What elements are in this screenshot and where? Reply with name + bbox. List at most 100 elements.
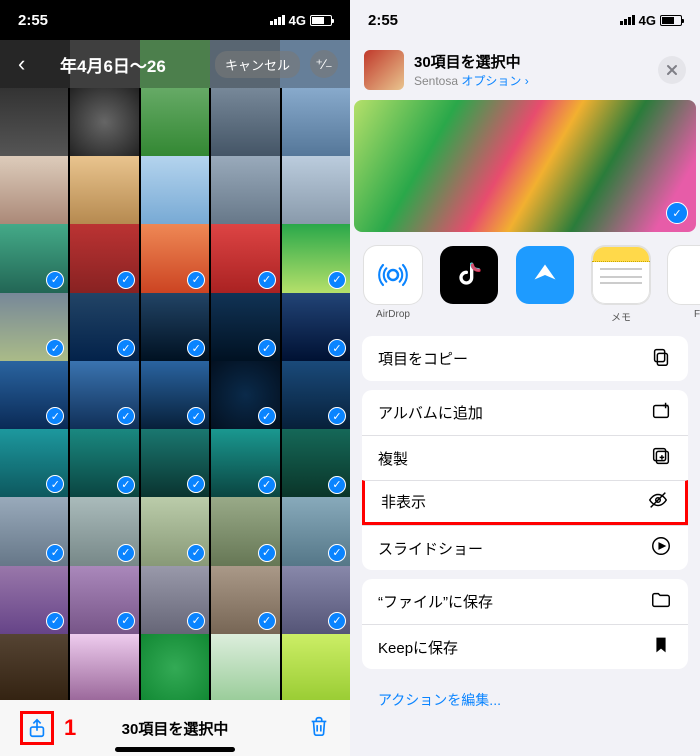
airdrop-icon (364, 246, 422, 304)
photo-thumbnail[interactable]: ✓ (141, 293, 209, 361)
share-preview[interactable]: ✓ (354, 100, 696, 232)
photo-thumbnail[interactable]: ✓ (0, 293, 68, 361)
action-folder[interactable]: “ファイル”に保存 (362, 579, 688, 624)
photo-thumbnail[interactable] (211, 88, 279, 156)
photo-thumbnail[interactable]: ✓ (70, 566, 138, 634)
photo-thumbnail[interactable] (141, 156, 209, 224)
check-icon: ✓ (666, 202, 688, 224)
close-icon (666, 64, 678, 76)
share-app[interactable]: メモ (592, 246, 650, 330)
photo-thumbnail[interactable] (141, 634, 209, 700)
check-icon: ✓ (328, 476, 346, 494)
check-icon: ✓ (117, 407, 135, 425)
photo-grid[interactable]: ✓✓✓✓✓✓✓✓✓✓✓✓✓✓✓✓✓✓✓✓✓✓✓✓✓✓✓✓✓✓ (0, 88, 350, 700)
chevron-right-icon: › (525, 74, 529, 88)
photo-thumbnail[interactable]: ✓ (282, 497, 350, 565)
network-label: 4G (639, 13, 656, 28)
photo-thumbnail[interactable]: ✓ (70, 361, 138, 429)
photo-thumbnail[interactable] (282, 156, 350, 224)
photo-thumbnail[interactable]: ✓ (70, 429, 138, 497)
action-eye-off[interactable]: 非表示 (362, 480, 688, 525)
photo-thumbnail[interactable]: ✓ (0, 566, 68, 634)
action-label: スライドショー (378, 538, 483, 559)
photo-thumbnail[interactable] (0, 156, 68, 224)
notes-icon (592, 246, 650, 304)
check-icon: ✓ (328, 339, 346, 357)
check-icon: ✓ (187, 271, 205, 289)
share-subtitle[interactable]: Sentosa オプション › (414, 72, 648, 89)
photo-thumbnail[interactable] (282, 88, 350, 156)
photo-thumbnail[interactable]: ✓ (282, 361, 350, 429)
photo-thumbnail[interactable]: ✓ (70, 224, 138, 292)
share-sheet-screen: 2:55 4G 30項目を選択中 Sentosa オプション › ✓ AirDr… (350, 0, 700, 756)
photo-thumbnail[interactable]: ✓ (141, 497, 209, 565)
check-icon: ✓ (258, 612, 276, 630)
photo-thumbnail[interactable] (282, 634, 350, 700)
share-button[interactable] (20, 711, 54, 745)
action-duplicate[interactable]: 複製 (362, 435, 688, 480)
photo-thumbnail[interactable]: ✓ (141, 566, 209, 634)
photo-thumbnail[interactable]: ✓ (0, 224, 68, 292)
close-button[interactable] (658, 56, 686, 84)
photo-thumbnail[interactable]: ✓ (282, 429, 350, 497)
photo-thumbnail[interactable]: ✓ (211, 293, 279, 361)
app-label: AirDrop (376, 309, 410, 320)
check-icon: ✓ (328, 544, 346, 562)
check-icon: ✓ (258, 271, 276, 289)
photo-thumbnail[interactable]: ✓ (211, 429, 279, 497)
photo-thumbnail[interactable]: ✓ (0, 497, 68, 565)
action-play[interactable]: スライドショー (362, 525, 688, 570)
check-icon: ✓ (328, 271, 346, 289)
photo-thumbnail[interactable]: ✓ (211, 566, 279, 634)
photo-thumbnail[interactable]: ✓ (211, 361, 279, 429)
photos-header: ‹ 年4月6日〜26 キャンセル ⁺∕₋ (0, 40, 350, 88)
back-icon[interactable]: ‹ (18, 51, 25, 77)
action-group-1: 項目をコピー (362, 336, 688, 381)
trash-button[interactable] (308, 715, 330, 742)
check-icon: ✓ (258, 407, 276, 425)
share-app[interactable]: AirDrop (364, 246, 422, 330)
photo-thumbnail[interactable]: ✓ (70, 293, 138, 361)
photo-thumbnail[interactable] (211, 156, 279, 224)
photo-thumbnail[interactable]: ✓ (211, 224, 279, 292)
photo-thumbnail[interactable] (0, 634, 68, 700)
photo-thumbnail[interactable]: ✓ (0, 429, 68, 497)
photo-thumbnail[interactable]: ✓ (70, 497, 138, 565)
photo-thumbnail[interactable] (141, 88, 209, 156)
share-app[interactable] (440, 246, 498, 330)
photo-thumbnail[interactable] (70, 88, 138, 156)
action-label: Keepに保存 (378, 637, 458, 658)
photo-thumbnail[interactable]: ✓ (282, 566, 350, 634)
photo-thumbnail[interactable] (211, 634, 279, 700)
photo-thumbnail[interactable]: ✓ (141, 224, 209, 292)
action-label: “ファイル”に保存 (378, 591, 493, 612)
photo-thumbnail[interactable] (70, 634, 138, 700)
photo-thumbnail[interactable] (0, 88, 68, 156)
check-icon: ✓ (258, 339, 276, 357)
share-icon (26, 717, 48, 739)
check-icon: ✓ (187, 544, 205, 562)
photo-thumbnail[interactable]: ✓ (141, 429, 209, 497)
photo-thumbnail[interactable]: ✓ (282, 224, 350, 292)
action-bookmark[interactable]: Keepに保存 (362, 624, 688, 669)
photo-thumbnail[interactable]: ✓ (211, 497, 279, 565)
action-album-add[interactable]: アルバムに追加 (362, 390, 688, 435)
copy-icon (650, 346, 672, 372)
adjust-icon[interactable]: ⁺∕₋ (310, 50, 338, 78)
action-copy[interactable]: 項目をコピー (362, 336, 688, 381)
share-app[interactable]: F (668, 246, 700, 330)
status-bar: 2:55 4G (0, 0, 350, 40)
share-app[interactable] (516, 246, 574, 330)
photo-thumbnail[interactable]: ✓ (282, 293, 350, 361)
photos-selection-screen: 2:55 4G ‹ 年4月6日〜26 キャンセル ⁺∕₋ ✓✓✓✓✓✓✓✓✓✓✓… (0, 0, 350, 756)
photo-thumbnail[interactable] (70, 156, 138, 224)
edit-actions-button[interactable]: アクションを編集... (362, 678, 688, 722)
photo-thumbnail[interactable]: ✓ (141, 361, 209, 429)
share-apps-row[interactable]: AirDrop メモF (350, 232, 700, 336)
photo-thumbnail[interactable]: ✓ (0, 361, 68, 429)
home-indicator[interactable] (115, 747, 235, 752)
selection-count: 30項目を選択中 (122, 718, 229, 739)
action-label: 項目をコピー (378, 348, 468, 369)
check-icon: ✓ (117, 612, 135, 630)
cancel-button[interactable]: キャンセル (215, 51, 300, 78)
